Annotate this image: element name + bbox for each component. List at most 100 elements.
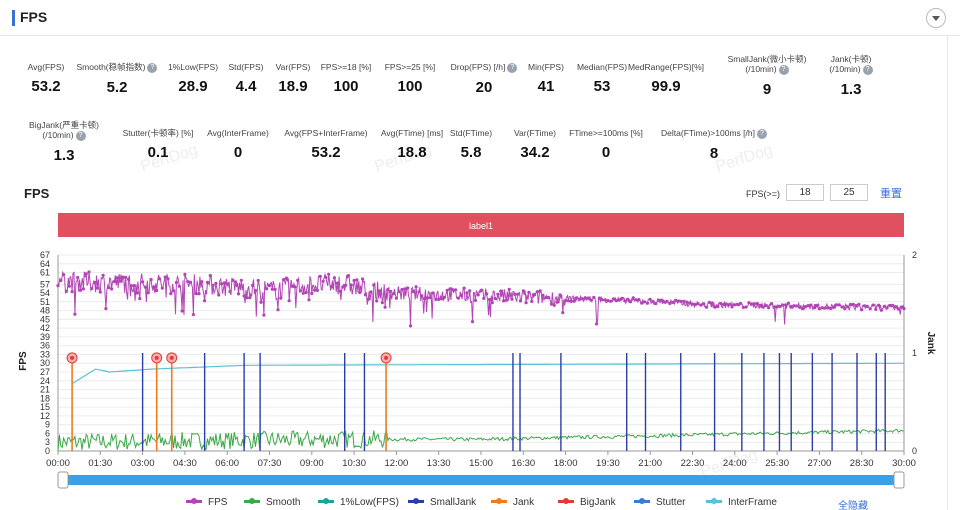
help-icon[interactable]: ?	[862, 64, 873, 75]
fps-point	[555, 300, 559, 304]
fps-point	[597, 296, 602, 300]
fps-point	[750, 302, 754, 306]
x-tick-label: 25:30	[765, 458, 789, 469]
fps-point	[521, 289, 525, 293]
y-tick-label: 12	[40, 411, 50, 421]
fps-point	[530, 299, 534, 303]
x-tick-label: 15:00	[469, 458, 493, 469]
y-tick-label: 0	[45, 446, 50, 456]
fps-point	[504, 298, 508, 302]
x-tick-label: 00:00	[46, 458, 70, 469]
fps-point	[693, 302, 697, 306]
stat-label-unit: (/10min)	[745, 64, 777, 74]
fps-point	[287, 299, 291, 303]
fps-point	[668, 301, 672, 306]
fps-point	[62, 273, 66, 277]
fps-point	[253, 288, 257, 293]
y-tick-label: 18	[40, 393, 50, 403]
fps-point	[251, 283, 255, 288]
fps-point	[338, 289, 342, 293]
fps-point	[149, 278, 153, 282]
fps-point	[614, 299, 619, 303]
reset-button[interactable]: 重置	[880, 185, 902, 201]
x-tick-label: 28:30	[850, 458, 874, 469]
legend-item-low1[interactable]: 1%Low(FPS)	[318, 497, 399, 508]
stat-12: Jank(卡顿) (/10min)? 1.3	[776, 54, 926, 98]
fps-point	[812, 306, 816, 310]
stat-label: Jank(卡顿)	[776, 54, 926, 64]
fps-point	[558, 293, 562, 297]
y-tick-label: 42	[40, 323, 50, 333]
stat-label-unit: (/10min)	[829, 64, 861, 74]
fps-point	[64, 289, 69, 293]
threshold-input-2[interactable]: 25	[830, 184, 868, 201]
fps-point	[81, 287, 85, 291]
fps-point	[496, 292, 500, 296]
fps-point	[361, 277, 365, 281]
fps-point	[611, 297, 616, 301]
fps-point	[671, 300, 675, 304]
legend-label: SmallJank	[430, 497, 477, 508]
y-tick-label: 9	[45, 420, 50, 430]
fps-point	[778, 304, 782, 308]
fps-point	[414, 285, 418, 289]
fps-point	[527, 290, 531, 294]
fps-point	[296, 278, 300, 282]
fps-point	[301, 291, 305, 295]
x-tick-label: 09:00	[300, 458, 324, 469]
fps-chart[interactable]: label10369121518212427303336394245485154…	[0, 205, 960, 495]
fps-point	[761, 305, 765, 309]
y-tick-label: 27	[40, 367, 50, 377]
threshold-input-1[interactable]: 18	[786, 184, 824, 201]
fps-point	[868, 307, 872, 311]
fps-point	[141, 280, 145, 284]
fps-point	[727, 303, 731, 307]
fps-point	[820, 306, 824, 310]
legend-item-fps[interactable]: FPS	[186, 497, 227, 508]
legend-item-stutter[interactable]: Stutter	[634, 497, 685, 508]
y-tick-label: 57	[40, 279, 50, 289]
fps-point	[197, 292, 201, 296]
fps-point	[157, 277, 162, 281]
range-slider-handle-left[interactable]	[57, 471, 69, 489]
fps-point	[707, 300, 712, 304]
legend-swatch	[634, 497, 650, 504]
fps-point	[372, 283, 376, 287]
fps-point	[352, 278, 356, 283]
fps-point	[637, 298, 641, 302]
fps-point	[485, 292, 489, 296]
fps-point	[186, 280, 190, 284]
fps-point	[620, 296, 624, 300]
help-icon[interactable]: ?	[756, 128, 767, 139]
fps-point	[335, 281, 339, 285]
x-tick-label: 18:00	[554, 458, 578, 469]
legend-item-smooth[interactable]: Smooth	[244, 497, 300, 508]
fps-point	[764, 304, 768, 308]
fps-point	[896, 307, 901, 311]
range-slider-handle-right[interactable]	[893, 471, 905, 489]
fps-point	[177, 284, 181, 288]
fps-point	[473, 298, 477, 302]
fps-point	[146, 291, 150, 295]
fps-point	[516, 292, 520, 296]
legend-item-smalljank[interactable]: SmallJank	[408, 497, 476, 508]
fps-point	[541, 293, 545, 297]
legend-item-bigjank[interactable]: BigJank	[558, 497, 616, 508]
fps-point	[138, 297, 142, 301]
fps-point	[482, 296, 486, 300]
legend-item-interframe[interactable]: InterFrame	[706, 497, 777, 508]
fps-point	[298, 289, 303, 293]
x-tick-label: 16:30	[511, 458, 535, 469]
fps-point	[741, 305, 745, 309]
fps-point	[174, 280, 178, 285]
fps-point	[155, 288, 159, 293]
legend-item-jank[interactable]: Jank	[491, 497, 534, 508]
fps-point	[239, 278, 243, 282]
fps-point	[786, 301, 791, 305]
fps-point	[634, 298, 638, 302]
fps-point	[533, 293, 537, 297]
fps-point	[507, 287, 511, 291]
legend-label: Smooth	[266, 497, 301, 508]
legend-label: Jank	[513, 497, 535, 508]
hide-all-button[interactable]: 全隐藏	[838, 497, 868, 510]
